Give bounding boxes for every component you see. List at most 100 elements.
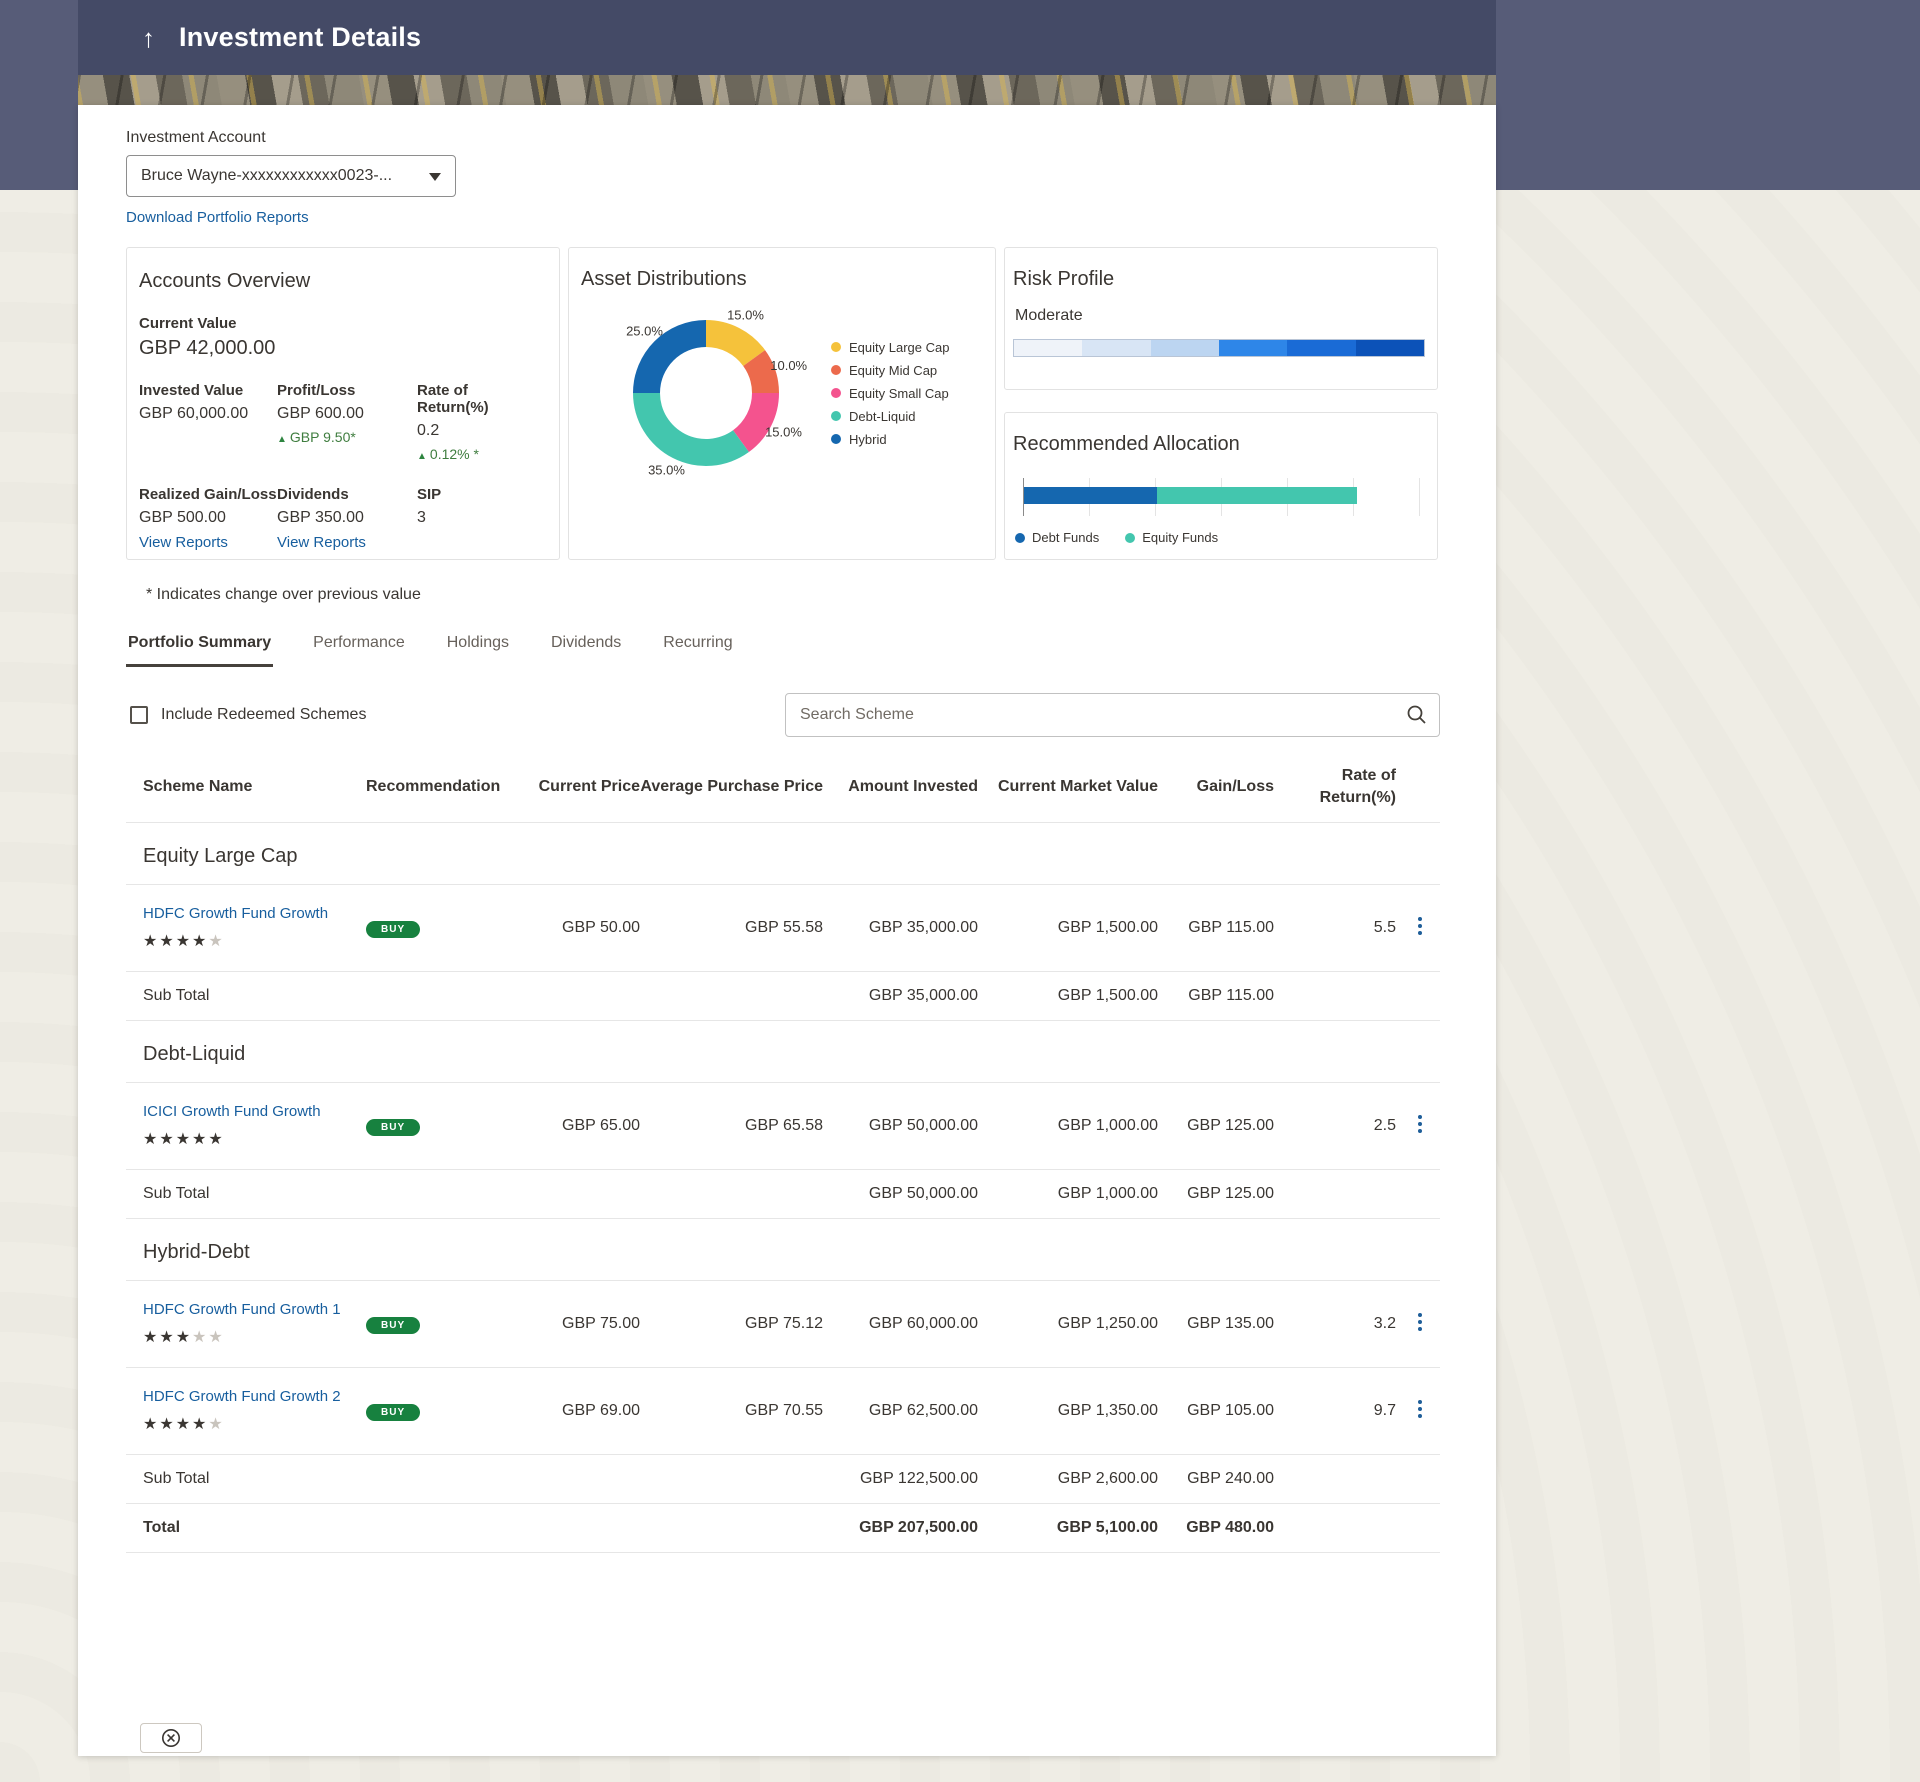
star-filled-icon: ★ <box>208 1131 224 1148</box>
legend-dot <box>831 342 841 352</box>
recommendation-cell: BUY <box>366 1315 516 1334</box>
donut-slice-label: 25.0% <box>626 324 663 339</box>
rating-stars: ★★★★★ <box>143 1414 366 1434</box>
right-panel-stack: Risk Profile Moderate Recommended Alloca… <box>1004 247 1438 560</box>
legend-dot <box>831 365 841 375</box>
group-header: Equity Large Cap <box>126 823 1440 885</box>
kebab-menu-icon[interactable] <box>1410 912 1430 940</box>
view-reports-link[interactable]: View Reports <box>139 534 228 551</box>
tab-recurring[interactable]: Recurring <box>661 634 734 667</box>
tab-dividends[interactable]: Dividends <box>549 634 623 667</box>
profit-loss-change: ▲GBP 9.50* <box>277 429 417 445</box>
risk-meter-segment-1 <box>1082 340 1150 356</box>
include-redeemed-checkbox[interactable]: Include Redeemed Schemes <box>130 706 366 724</box>
scheme-link[interactable]: HDFC Growth Fund Growth 2 <box>143 1388 341 1405</box>
legend-item: Equity Large Cap <box>831 340 949 355</box>
avg-purchase-price: GBP 55.58 <box>640 919 823 937</box>
current-market-value: GBP 1,500.00 <box>978 919 1158 937</box>
total-amount-invested: GBP 207,500.00 <box>823 1519 978 1537</box>
banner-image <box>78 75 1496 105</box>
download-portfolio-reports-link[interactable]: Download Portfolio Reports <box>126 209 309 226</box>
amount-invested: GBP 60,000.00 <box>823 1315 978 1333</box>
dividends-label: Dividends <box>277 486 417 503</box>
risk-level: Moderate <box>1015 307 1425 325</box>
table-row: HDFC Growth Fund Growth 2★★★★★BUYGBP 69.… <box>126 1368 1440 1455</box>
view-reports-link[interactable]: View Reports <box>277 534 366 551</box>
legend-item: Debt Funds <box>1015 530 1099 545</box>
donut-chart-area: 15.0%10.0%15.0%35.0%25.0% Equity Large C… <box>581 295 987 491</box>
circled-x-button[interactable] <box>140 1723 202 1753</box>
sip-block: SIP 3 <box>417 486 543 552</box>
realized-gain-loss-value: GBP 500.00 <box>139 509 277 527</box>
star-filled-icon: ★ <box>159 933 175 950</box>
profit-loss-value: GBP 600.00 <box>277 405 417 423</box>
search-icon[interactable] <box>1406 704 1427 730</box>
search-scheme-field <box>785 693 1440 737</box>
invested-value: GBP 60,000.00 <box>139 405 277 423</box>
legend-label: Debt Funds <box>1032 530 1099 545</box>
filter-row: Include Redeemed Schemes <box>126 693 1440 737</box>
risk-profile-title: Risk Profile <box>1013 268 1425 291</box>
donut-legend: Equity Large Cap Equity Mid Cap Equity Sma… <box>831 340 949 447</box>
checkbox-box[interactable] <box>130 706 148 724</box>
legend-label: Hybrid <box>849 432 887 447</box>
allocation-segment-debt-funds <box>1024 487 1157 504</box>
subtotal-label: Sub Total <box>126 987 366 1005</box>
kebab-menu-icon[interactable] <box>1410 1308 1430 1336</box>
rate-of-return: 9.7 <box>1274 1402 1396 1420</box>
scheme-link[interactable]: ICICI Growth Fund Growth <box>143 1103 321 1120</box>
amount-invested: GBP 35,000.00 <box>823 919 978 937</box>
table-header-row: Scheme NameRecommendationCurrent PriceAv… <box>126 753 1440 823</box>
row-actions-cell <box>1396 1308 1440 1341</box>
up-arrow-icon: ▲ <box>277 434 287 445</box>
tab-holdings[interactable]: Holdings <box>445 634 511 667</box>
column-header-8: Rate of Return(%) <box>1274 765 1396 808</box>
current-price: GBP 50.00 <box>516 919 640 937</box>
rate-of-return-label: Rate of Return(%) <box>417 382 543 416</box>
scheme-link[interactable]: HDFC Growth Fund Growth 1 <box>143 1301 341 1318</box>
subtotal-current-market-value: GBP 1,500.00 <box>978 987 1158 1005</box>
star-filled-icon: ★ <box>159 1416 175 1433</box>
investment-account-select[interactable]: Bruce Wayne-xxxxxxxxxxxx0023-... <box>126 155 456 197</box>
invested-value-block: Invested Value GBP 60,000.00 <box>139 382 277 462</box>
back-arrow-icon[interactable]: ↑ <box>142 25 155 51</box>
kebab-menu-icon[interactable] <box>1410 1110 1430 1138</box>
dividends-block: Dividends GBP 350.00 View Reports <box>277 486 417 552</box>
star-empty-icon: ★ <box>208 1416 224 1433</box>
selected-account-value: Bruce Wayne-xxxxxxxxxxxx0023-... <box>141 167 392 185</box>
tab-performance[interactable]: Performance <box>311 634 407 667</box>
kebab-menu-icon[interactable] <box>1410 1395 1430 1423</box>
current-value-label: Current Value <box>139 315 543 332</box>
subtotal-gain-loss: GBP 240.00 <box>1158 1470 1274 1488</box>
star-filled-icon: ★ <box>192 933 208 950</box>
legend-label: Equity Small Cap <box>849 386 949 401</box>
risk-meter-segment-0 <box>1014 340 1082 356</box>
scheme-link[interactable]: HDFC Growth Fund Growth <box>143 905 328 922</box>
allocation-legend: Debt Funds Equity Funds <box>1015 530 1425 545</box>
current-value: GBP 42,000.00 <box>139 337 543 360</box>
group-header: Hybrid-Debt <box>126 1219 1440 1281</box>
profit-loss-block: Profit/Loss GBP 600.00 ▲GBP 9.50* <box>277 382 417 462</box>
summary-panels: Accounts Overview Current Value GBP 42,0… <box>126 247 1440 560</box>
current-price: GBP 65.00 <box>516 1117 640 1135</box>
star-filled-icon: ★ <box>192 1131 208 1148</box>
total-current-market-value: GBP 5,100.00 <box>978 1519 1158 1537</box>
schemes-table: Scheme NameRecommendationCurrent PriceAv… <box>126 753 1440 1553</box>
current-price: GBP 75.00 <box>516 1315 640 1333</box>
tab-portfolio-summary[interactable]: Portfolio Summary <box>126 634 273 667</box>
main-card: Investment Account Bruce Wayne-xxxxxxxxx… <box>78 105 1496 1756</box>
up-arrow-icon: ▲ <box>417 451 427 462</box>
risk-profile-card: Risk Profile Moderate <box>1004 247 1438 390</box>
accounts-overview-card: Accounts Overview Current Value GBP 42,0… <box>126 247 560 560</box>
allocation-bar <box>1024 487 1421 504</box>
overview-grid: Invested Value GBP 60,000.00 Profit/Loss… <box>139 382 543 552</box>
search-input[interactable] <box>785 693 1440 737</box>
column-header-6: Current Market Value <box>978 776 1158 798</box>
include-redeemed-label: Include Redeemed Schemes <box>161 706 366 724</box>
legend-item: Equity Funds <box>1125 530 1218 545</box>
legend-label: Equity Mid Cap <box>849 363 937 378</box>
legend-dot <box>831 411 841 421</box>
row-actions-cell <box>1396 1395 1440 1428</box>
star-filled-icon: ★ <box>143 933 159 950</box>
star-empty-icon: ★ <box>192 1329 208 1346</box>
